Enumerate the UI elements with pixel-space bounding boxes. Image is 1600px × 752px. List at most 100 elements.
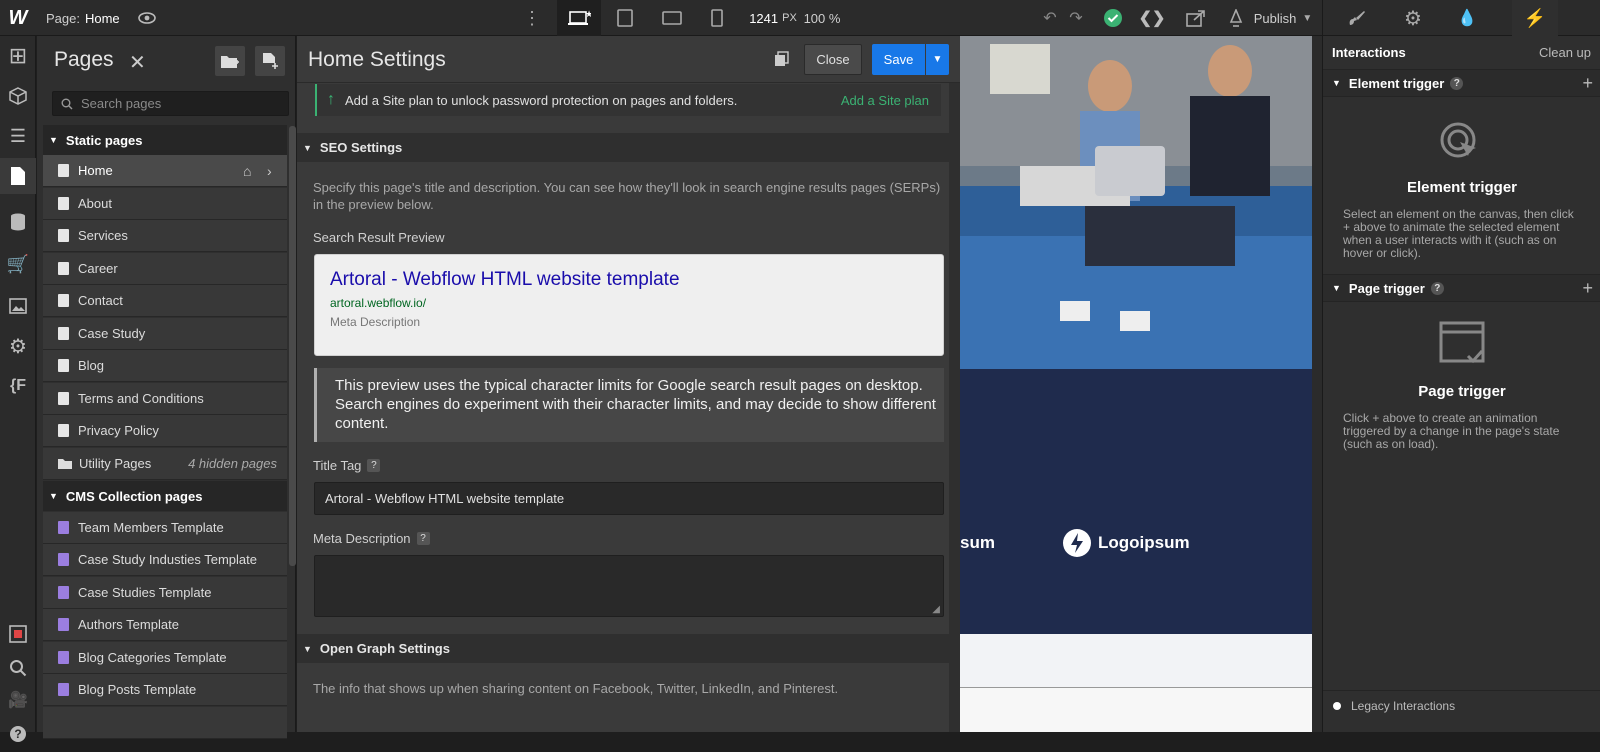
add-page-trigger-icon[interactable]: + [1582,278,1593,299]
save-button[interactable]: Save [872,44,925,75]
add-site-plan-link[interactable]: Add a Site plan [841,93,929,108]
page-trigger-header[interactable]: ▼ Page trigger ? + [1323,274,1600,302]
page-selector[interactable]: Page: Home [46,0,126,36]
pages-scrollbar[interactable] [289,126,296,566]
style-manager-drops-icon[interactable]: 💧 [1444,0,1490,36]
search-icon [61,98,73,109]
page-row-privacy[interactable]: Privacy Policy [43,415,287,447]
cms-page-icon [58,553,69,566]
title-tag-input[interactable]: Artoral - Webflow HTML website template [314,482,944,515]
settings-gear-icon[interactable]: ⚙ [0,328,36,364]
tablet-breakpoint-icon[interactable] [605,0,645,36]
webflow-logo[interactable]: W [0,0,36,36]
help-icon[interactable]: ? [367,459,381,472]
chevron-down-icon: ▼ [1302,12,1313,24]
static-pages-section[interactable]: ▼ Static pages [43,125,287,155]
cms-row-blog-posts[interactable]: Blog Posts Template [43,674,287,706]
hidden-count: 4 hidden pages [188,456,277,471]
interactions-bolt-icon[interactable]: ⚡ [1512,0,1558,36]
cms-row-authors[interactable]: Authors Template [43,609,287,641]
cms-row-team-members[interactable]: Team Members Template [43,512,287,544]
page-label: Terms and Conditions [78,391,204,406]
redo-icon[interactable]: ↷ [1062,0,1090,36]
settings-scrollbar[interactable] [949,83,960,732]
page-label: Case Study Industies Template [78,552,257,567]
code-export-icon[interactable]: ❮❯ [1134,0,1170,36]
help-icon[interactable]: ? [1430,281,1444,295]
clean-up-button[interactable]: Clean up [1539,45,1591,60]
preview-eye-icon[interactable] [132,0,162,36]
caret-down-icon: ▼ [49,491,58,501]
design-canvas[interactable]: sum Logoipsum [960,36,1312,732]
ecommerce-cart-icon[interactable]: 🛒 [0,246,36,282]
utility-pages-folder[interactable]: Utility Pages 4 hidden pages [43,448,287,480]
cms-pages-section[interactable]: ▼ CMS Collection pages [43,481,287,511]
add-element-trigger-icon[interactable]: + [1582,73,1593,94]
mobile-landscape-icon[interactable] [650,0,694,36]
element-trigger-header[interactable]: ▼ Element trigger ? + [1323,69,1600,97]
cms-database-icon[interactable] [0,204,36,240]
help-icon[interactable]: ? [0,716,36,752]
help-icon[interactable]: ? [416,532,430,545]
duplicate-icon[interactable] [774,51,790,70]
publish-label: Publish [1253,10,1297,26]
page-row-career[interactable]: Career [43,253,287,285]
page-row-contact[interactable]: Contact [43,285,287,317]
element-trigger-title: Element trigger [1406,179,1518,196]
publish-button[interactable]: Publish ▼ [1220,0,1320,36]
cms-row-more[interactable] [43,707,287,739]
save-options-chevron-icon[interactable]: ▼ [926,44,949,75]
video-tutorials-icon[interactable]: 🎥 [0,682,36,718]
settings-header: Home Settings Close Save ▼ [297,36,960,83]
chevron-right-icon[interactable]: › [267,163,272,179]
undo-icon[interactable]: ↶ [1036,0,1064,36]
meta-description-textarea[interactable]: ◢ [314,555,944,617]
page-row-terms[interactable]: Terms and Conditions [43,383,287,415]
mobile-portrait-icon[interactable] [697,0,737,36]
page-label: Team Members Template [78,520,224,535]
legacy-interactions-toggle[interactable]: Legacy Interactions [1323,690,1600,720]
page-row-home[interactable]: Home ⌂ › [43,155,287,187]
more-options-icon[interactable]: ⋮ [522,0,542,36]
page-row-blog[interactable]: Blog [43,350,287,382]
canvas-scrollbar[interactable] [1312,36,1322,732]
utility-label: Utility Pages [79,456,152,471]
page-icon [58,424,69,437]
page-icon [58,262,69,275]
assets-images-icon[interactable] [0,288,36,324]
cms-row-case-study-industries[interactable]: Case Study Industies Template [43,544,287,576]
width-value: 1241 [749,10,779,26]
symbols-cube-icon[interactable] [0,78,36,114]
desktop-breakpoint-icon[interactable]: ★ [557,0,601,36]
add-folder-button[interactable] [215,46,245,76]
navigator-icon[interactable]: ☰ [0,118,36,154]
element-trigger-label: Element trigger [1348,75,1445,91]
caret-down-icon: ▼ [303,643,312,654]
page-label: Career [78,261,118,276]
share-icon[interactable] [1180,0,1212,36]
add-panel-icon[interactable]: ⊞ [0,38,36,74]
close-icon[interactable]: ✕ [129,50,146,75]
search-icon[interactable] [0,650,36,686]
resize-handle-icon[interactable]: ◢ [932,604,940,615]
page-row-case-study[interactable]: Case Study [43,318,287,350]
legacy-label: Legacy Interactions [1351,698,1456,713]
variables-icon[interactable]: {F [0,368,36,404]
search-result-preview: Artoral - Webflow HTML website template … [314,254,944,356]
page-row-services[interactable]: Services [43,220,287,252]
cms-row-blog-categories[interactable]: Blog Categories Template [43,642,287,674]
add-page-button[interactable] [255,46,285,76]
page-label: Page: [46,10,80,26]
open-graph-header[interactable]: ▼ Open Graph Settings [297,634,949,663]
cms-row-case-studies[interactable]: Case Studies Template [43,577,287,609]
search-pages-input[interactable]: Search pages [52,91,289,116]
style-panel-brush-icon[interactable] [1322,0,1390,36]
settings-gear-icon[interactable]: ⚙ [1390,0,1436,36]
seo-settings-header[interactable]: ▼ SEO Settings [297,133,949,162]
page-trigger-icon [1439,321,1485,364]
audit-stop-icon[interactable] [0,616,36,652]
help-icon[interactable]: ? [1450,76,1464,90]
page-row-about[interactable]: About [43,188,287,220]
pages-icon[interactable] [0,158,36,194]
close-button[interactable]: Close [804,44,862,75]
